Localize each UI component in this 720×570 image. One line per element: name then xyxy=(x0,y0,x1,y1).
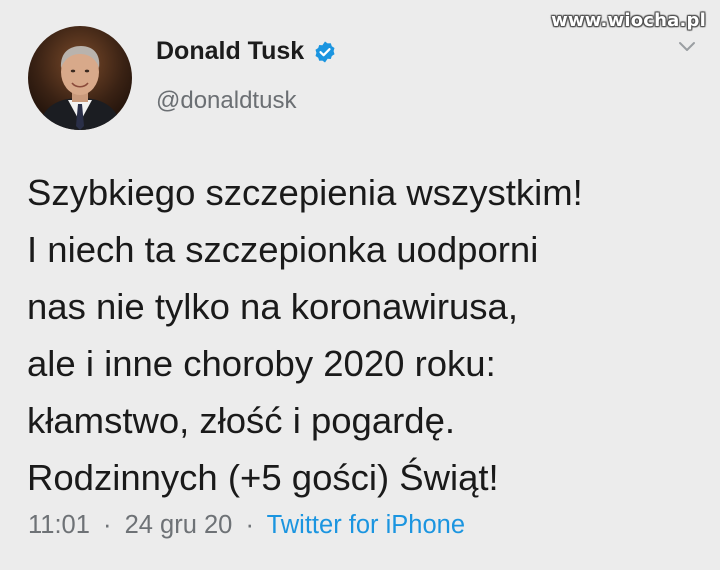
display-name[interactable]: Donald Tusk xyxy=(156,37,304,66)
meta-separator: · xyxy=(245,511,254,539)
chevron-down-icon[interactable] xyxy=(678,40,696,54)
tweet-source-link[interactable]: Twitter for iPhone xyxy=(267,511,465,539)
tweet-meta: 11:01 · 24 gru 20 · Twitter for iPhone xyxy=(28,511,465,540)
verified-badge-icon xyxy=(315,41,335,62)
tweet-time: 11:01 xyxy=(28,511,90,539)
watermark: www.wiocha.pl xyxy=(551,10,706,31)
avatar[interactable] xyxy=(28,26,132,130)
tweet-line: Rodzinnych (+5 gości) Świąt! xyxy=(27,457,499,498)
tweet-line: Szybkiego szczepienia wszystkim! xyxy=(27,172,583,213)
tweet-header: Donald Tusk @donaldtusk xyxy=(28,26,337,130)
tweet-line: I niech ta szczepionka uodporni xyxy=(27,229,539,270)
tweet-text: Szybkiego szczepienia wszystkim! I niech… xyxy=(27,164,707,506)
avatar-image xyxy=(28,26,132,130)
user-handle[interactable]: @donaldtusk xyxy=(156,87,337,115)
display-name-row: Donald Tusk xyxy=(156,37,337,66)
meta-separator: · xyxy=(103,511,112,539)
tweet-line: ale i inne choroby 2020 roku: xyxy=(27,343,496,384)
tweet-date[interactable]: 24 gru 20 xyxy=(125,511,233,539)
tweet-line: nas nie tylko na koronawirusa, xyxy=(27,286,518,327)
author-info: Donald Tusk @donaldtusk xyxy=(156,37,337,115)
tweet-line: kłamstwo, złość i pogardę. xyxy=(27,400,456,441)
